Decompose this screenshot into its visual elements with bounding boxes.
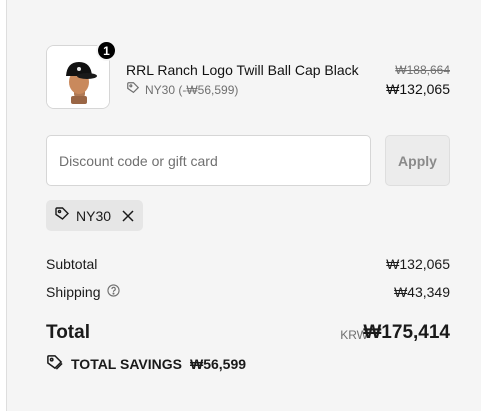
left-panel-edge xyxy=(0,0,7,411)
applied-code-chip: NY30 xyxy=(46,200,143,231)
line-item: 1 RRL Ranch Logo Twill Ball Cap Black NY… xyxy=(46,40,450,111)
shipping-label: Shipping xyxy=(46,284,101,300)
total-value: ₩175,414 xyxy=(363,322,450,343)
help-icon[interactable] xyxy=(106,284,120,300)
product-discount: NY30 (-₩56,599) xyxy=(126,81,238,98)
discount-code-input[interactable] xyxy=(46,135,371,186)
tag-icon xyxy=(54,206,70,225)
quantity-badge: 1 xyxy=(96,40,117,61)
savings-value: ₩56,599 xyxy=(189,356,247,372)
product-discount-label: NY30 (-₩56,599) xyxy=(145,82,239,97)
total-savings: TOTAL SAVINGS ₩56,599 xyxy=(46,354,246,374)
remove-code-icon[interactable] xyxy=(122,209,134,222)
product-name: RRL Ranch Logo Twill Ball Cap Black xyxy=(126,62,359,78)
subtotal-label: Subtotal xyxy=(46,256,98,272)
shipping-label-group: Shipping xyxy=(46,284,120,300)
apply-button[interactable]: Apply xyxy=(385,135,450,186)
shipping-value: ₩43,349 xyxy=(393,284,450,300)
tag-icon xyxy=(126,81,140,98)
applied-code-label: NY30 xyxy=(76,207,112,224)
subtotal-value: ₩132,065 xyxy=(386,256,450,272)
total-label: Total xyxy=(46,322,90,343)
original-price: ₩188,664 xyxy=(395,63,450,77)
savings-label: TOTAL SAVINGS xyxy=(71,356,182,372)
final-price: ₩132,065 xyxy=(386,81,450,97)
savings-tag-icon xyxy=(46,354,63,374)
